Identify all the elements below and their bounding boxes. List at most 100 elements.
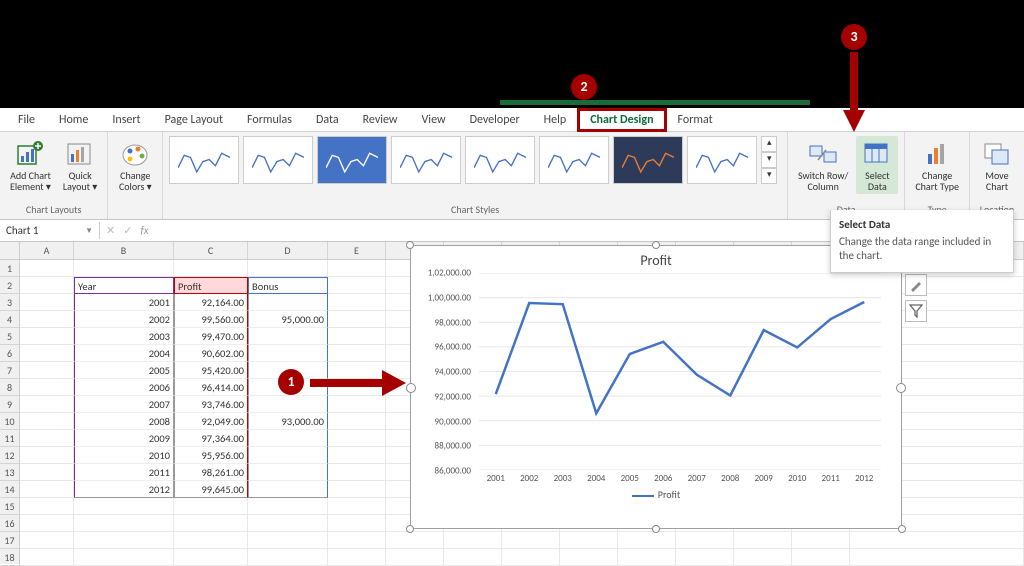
cell[interactable] [676, 549, 734, 566]
col-header[interactable]: D [248, 242, 328, 260]
cell[interactable] [328, 549, 386, 566]
cell[interactable]: 97,364.00 [174, 430, 248, 447]
cell[interactable]: 2002 [74, 311, 174, 328]
cell[interactable] [328, 515, 386, 532]
cell[interactable]: 95,956.00 [174, 447, 248, 464]
chart-style-2[interactable] [243, 136, 313, 184]
cell[interactable] [20, 362, 74, 379]
cell[interactable] [174, 498, 248, 515]
cell[interactable] [20, 260, 74, 277]
cell[interactable] [174, 532, 248, 549]
cell[interactable]: 99,645.00 [174, 481, 248, 498]
cell[interactable] [74, 549, 174, 566]
row-header[interactable]: 10 [0, 413, 20, 430]
row-header[interactable]: 16 [0, 515, 20, 532]
switch-row-column-button[interactable]: Switch Row/ Column [794, 136, 852, 194]
chart-title[interactable]: Profit [411, 246, 901, 273]
cell[interactable] [328, 447, 386, 464]
cell[interactable] [502, 532, 560, 549]
cell[interactable]: 2010 [74, 447, 174, 464]
cell[interactable] [74, 260, 174, 277]
cell[interactable] [20, 532, 74, 549]
cell[interactable]: Year [74, 277, 174, 294]
cell[interactable] [248, 430, 328, 447]
cell[interactable] [248, 532, 328, 549]
cell[interactable] [328, 277, 386, 294]
cell[interactable]: 2009 [74, 430, 174, 447]
cell[interactable] [20, 277, 74, 294]
cell[interactable] [618, 532, 676, 549]
cell[interactable]: 2006 [74, 379, 174, 396]
cancel-icon[interactable]: ✕ [106, 224, 115, 237]
chart-plot-area[interactable]: 86,000.0088,000.0090,000.0092,000.0094,0… [479, 273, 881, 471]
cell[interactable]: 92,049.00 [174, 413, 248, 430]
cell[interactable] [444, 532, 502, 549]
cell[interactable] [676, 532, 734, 549]
chart-style-7[interactable] [613, 136, 683, 184]
cell[interactable]: 95,420.00 [174, 362, 248, 379]
cell[interactable] [328, 532, 386, 549]
chart-style-4[interactable] [391, 136, 461, 184]
cell[interactable] [560, 532, 618, 549]
tab-home[interactable]: Home [47, 109, 100, 131]
cell[interactable] [560, 549, 618, 566]
cell[interactable] [20, 498, 74, 515]
cell[interactable] [20, 379, 74, 396]
chart-filter-button[interactable] [905, 300, 927, 322]
cell[interactable] [328, 311, 386, 328]
col-header[interactable]: E [328, 242, 386, 260]
cell[interactable] [248, 515, 328, 532]
cell[interactable]: 2007 [74, 396, 174, 413]
cell[interactable]: 2012 [74, 481, 174, 498]
tab-help[interactable]: Help [532, 109, 579, 131]
cell[interactable]: 2011 [74, 464, 174, 481]
row-header[interactable]: 15 [0, 498, 20, 515]
chart-style-3[interactable] [317, 136, 387, 184]
row-header[interactable]: 18 [0, 549, 20, 566]
chart-style-5[interactable] [465, 136, 535, 184]
spreadsheet-grid[interactable]: 123456789101112131415161718 ABCDEFGHIJKL… [0, 242, 1024, 564]
cell[interactable] [248, 396, 328, 413]
row-header[interactable]: 11 [0, 430, 20, 447]
cell[interactable] [248, 498, 328, 515]
cell[interactable] [734, 549, 792, 566]
cell[interactable]: 96,414.00 [174, 379, 248, 396]
tab-page-layout[interactable]: Page Layout [153, 109, 235, 131]
tab-format[interactable]: Format [666, 109, 725, 131]
col-header[interactable]: A [20, 242, 74, 260]
cell[interactable] [328, 345, 386, 362]
cell[interactable]: 2003 [74, 328, 174, 345]
cell[interactable] [174, 549, 248, 566]
cell[interactable] [328, 481, 386, 498]
cell[interactable] [248, 294, 328, 311]
cell[interactable] [20, 396, 74, 413]
cell[interactable] [20, 328, 74, 345]
tab-formulas[interactable]: Formulas [235, 109, 304, 131]
name-box[interactable]: Chart 1▼ [0, 222, 100, 239]
row-header[interactable]: 14 [0, 481, 20, 498]
cell[interactable]: 2008 [74, 413, 174, 430]
cell[interactable] [792, 549, 850, 566]
cell[interactable]: 95,000.00 [248, 311, 328, 328]
chart-style-1[interactable] [169, 136, 239, 184]
cell[interactable] [502, 549, 560, 566]
cell[interactable]: 98,261.00 [174, 464, 248, 481]
tab-review[interactable]: Review [351, 109, 410, 131]
tab-data[interactable]: Data [304, 109, 351, 131]
quick-layout-button[interactable]: Quick Layout ▾ [59, 136, 101, 194]
row-header[interactable]: 1 [0, 260, 20, 277]
cell[interactable] [328, 413, 386, 430]
row-header[interactable]: 4 [0, 311, 20, 328]
cell[interactable]: 2005 [74, 362, 174, 379]
cell[interactable] [248, 345, 328, 362]
cell[interactable]: 92,164.00 [174, 294, 248, 311]
cell[interactable] [386, 549, 444, 566]
select-all-corner[interactable] [0, 242, 20, 260]
chart-legend[interactable]: Profit [411, 484, 901, 505]
cell[interactable] [20, 430, 74, 447]
cell[interactable] [328, 464, 386, 481]
cell[interactable] [174, 260, 248, 277]
row-header[interactable]: 6 [0, 345, 20, 362]
series-line[interactable] [496, 302, 864, 413]
cell[interactable] [328, 260, 386, 277]
